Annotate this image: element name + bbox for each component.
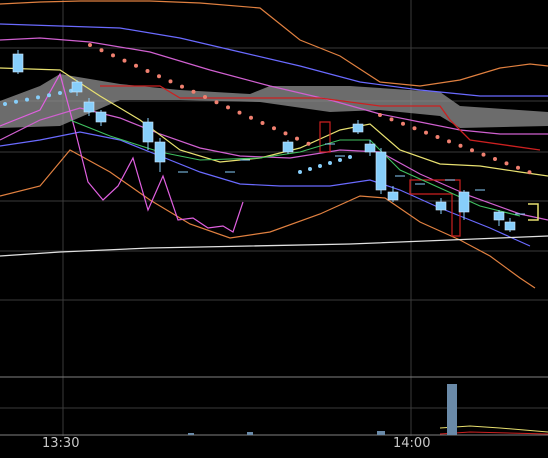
sar-dot xyxy=(493,157,497,161)
volume-bar xyxy=(447,384,457,435)
candle-body xyxy=(83,101,95,113)
candle-body xyxy=(95,111,107,123)
volume-bar xyxy=(377,431,385,435)
sar-dot xyxy=(226,105,230,110)
candle-body xyxy=(142,121,154,143)
sar-dot xyxy=(378,113,382,117)
candle-body xyxy=(493,211,505,221)
candle-body xyxy=(458,191,470,213)
sar-dot xyxy=(272,126,276,131)
candle-body xyxy=(352,123,364,133)
sar-dot xyxy=(145,69,150,73)
candle-body xyxy=(154,141,166,163)
sar-dot xyxy=(389,117,394,122)
long-ma xyxy=(0,235,548,257)
volume-bars xyxy=(188,384,457,435)
sar-dot xyxy=(412,126,417,131)
sar-dot xyxy=(447,139,451,144)
sar-dot xyxy=(58,91,62,95)
sar-dot xyxy=(527,170,532,175)
sar-dot xyxy=(308,167,312,171)
sar-dot xyxy=(348,155,352,159)
candle-body xyxy=(282,141,294,153)
sar-dot xyxy=(3,102,7,106)
sar-dot xyxy=(237,110,242,115)
x-tick-label-1330: 13:30 xyxy=(42,436,80,451)
sar-dot xyxy=(180,84,184,89)
sar-dot xyxy=(435,135,440,139)
x-tick-label-1400: 14:00 xyxy=(393,436,431,451)
sar-dot xyxy=(504,161,509,166)
sar-dot xyxy=(14,99,18,104)
sar-dot xyxy=(306,141,311,146)
sar-dot xyxy=(318,164,322,168)
sar-dot xyxy=(470,148,474,153)
candle-body xyxy=(435,201,447,211)
candle-body xyxy=(375,151,387,191)
sar-dot xyxy=(25,97,29,102)
sar-dot xyxy=(260,121,265,125)
volume-bar xyxy=(188,433,194,435)
sar-dot xyxy=(481,152,486,157)
sar-dot xyxy=(249,115,253,120)
sar-dot xyxy=(191,89,196,94)
volume-bar xyxy=(247,432,253,435)
sar-dot xyxy=(36,95,40,100)
bollinger-upper xyxy=(0,0,548,87)
candle-body xyxy=(12,53,24,73)
candle-body xyxy=(71,81,83,93)
sar-dot xyxy=(328,161,332,165)
sar-dot xyxy=(295,136,299,141)
chart: 13:30 14:00 xyxy=(0,0,548,458)
candle-body xyxy=(387,191,399,201)
sar-dot xyxy=(47,93,51,98)
sar-dot xyxy=(516,165,520,170)
sar-dot xyxy=(203,95,207,99)
sar-dot xyxy=(298,170,302,174)
sar-dot xyxy=(168,79,173,84)
sar-dot xyxy=(424,130,428,135)
sar-dot xyxy=(458,143,463,148)
bollinger-lower xyxy=(0,149,536,289)
chart-plot xyxy=(0,0,548,436)
sar-dot xyxy=(122,58,127,63)
sar-dot xyxy=(338,158,342,162)
sar-dot xyxy=(111,53,115,58)
sar-dot xyxy=(401,121,405,126)
candle-body xyxy=(504,221,516,231)
sar-dot xyxy=(157,74,161,79)
sar-dot xyxy=(214,100,219,105)
sar-dot xyxy=(99,48,104,53)
candle-body xyxy=(364,143,376,153)
red-box-line xyxy=(319,121,461,237)
sar-dot xyxy=(88,43,92,47)
sar-dot xyxy=(283,131,288,136)
indicator-lines xyxy=(0,0,548,435)
sar-dot xyxy=(134,63,138,68)
